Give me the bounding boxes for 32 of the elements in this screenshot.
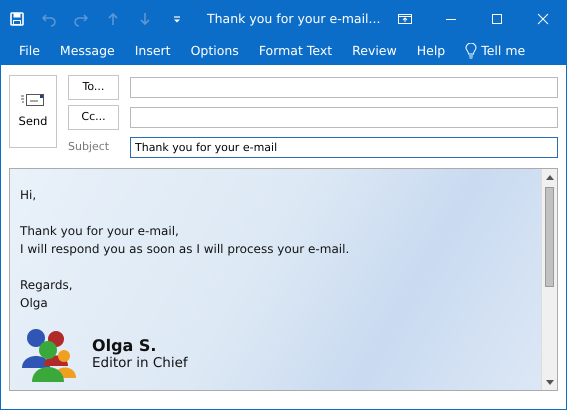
send-button[interactable]: Send	[9, 75, 57, 148]
ribbon-tab[interactable]: Help	[406, 42, 456, 60]
body-text: Regards,	[20, 277, 74, 294]
ribbon-tab[interactable]: Options	[180, 42, 249, 60]
ribbon-tab[interactable]: Insert	[124, 42, 181, 60]
people-icon	[20, 326, 78, 382]
envelope-icon	[21, 92, 45, 107]
cc-button[interactable]: Cc...	[68, 105, 119, 130]
to-button[interactable]: To...	[68, 75, 119, 100]
scroll-up-icon[interactable]	[546, 174, 554, 180]
ribbon-tab[interactable]: Format Text	[248, 42, 342, 60]
lightbulb-icon	[465, 43, 478, 59]
close-icon[interactable]	[535, 11, 551, 27]
recipient-field[interactable]	[130, 77, 558, 98]
recipient-field[interactable]	[130, 107, 558, 128]
body-text: Olga	[20, 295, 49, 312]
ribbon-display-icon[interactable]	[397, 11, 413, 27]
tell-me-search[interactable]: Tell me	[455, 42, 536, 60]
body-text: Thank you for your e-mail,	[20, 223, 180, 240]
window-title: Thank you for your e-mail...	[207, 10, 382, 28]
scroll-thumb[interactable]	[545, 187, 554, 287]
signature-title: Editor in Chief	[92, 355, 188, 372]
ribbon-tab[interactable]: File	[9, 42, 50, 60]
body-text: Hi,	[20, 187, 38, 204]
subject-field[interactable]: Thank you for your e-mail	[130, 137, 558, 158]
subject-label: Subject	[68, 139, 110, 156]
signature-name: Olga S.	[92, 336, 158, 355]
ribbon-tab[interactable]: Message	[50, 42, 125, 60]
body-text: I will respond you as soon as I will process your e-mail.	[20, 241, 350, 258]
maximize-icon[interactable]	[489, 11, 505, 27]
ribbon-tab[interactable]: Review	[342, 42, 407, 60]
scroll-down-icon[interactable]	[546, 380, 554, 384]
